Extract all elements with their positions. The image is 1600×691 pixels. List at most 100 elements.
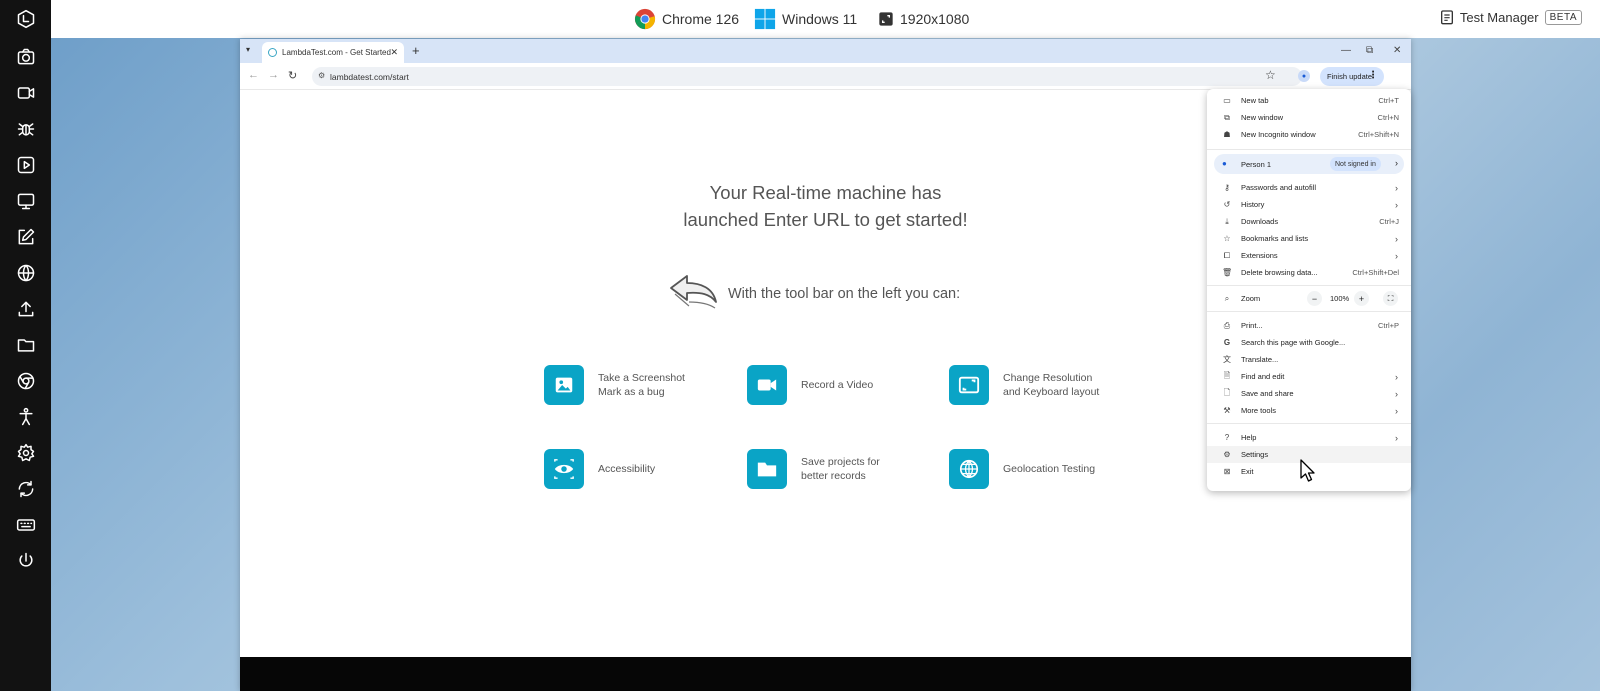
menu-print[interactable]: ⎙ Print... Ctrl+P (1207, 317, 1411, 334)
menu-extensions[interactable]: ⧠ Extensions › (1207, 247, 1411, 264)
feature-label: Accessibility (598, 463, 656, 475)
zoom-out-button[interactable]: − (1307, 291, 1322, 306)
feature-change-resolution: Change Resolution and Keyboard layout (949, 365, 1099, 405)
feature-label: Record a Video (801, 379, 874, 391)
menu-zoom: ⌕ Zoom − 100% + ⛶ (1207, 290, 1411, 307)
resolution-icon (949, 365, 989, 405)
tab-close-icon[interactable]: ✕ (390, 47, 398, 58)
chevron-right-icon: › (1395, 250, 1398, 261)
zoom-in-button[interactable]: + (1354, 291, 1369, 306)
menu-save-share[interactable]: 🗋 Save and share › (1207, 385, 1411, 402)
resolution-label: 1920x1080 (900, 11, 970, 27)
close-window-icon[interactable]: ✕ (1393, 45, 1401, 56)
gear-icon[interactable] (13, 440, 39, 466)
tab-lambdatest[interactable]: LambdaTest.com - Get Started ✕ (262, 42, 404, 63)
menu-delete-browsing-data[interactable]: 🗑 Delete browsing data... Ctrl+Shift+Del (1207, 264, 1411, 281)
minimize-icon[interactable]: — (1341, 45, 1351, 56)
menu-history[interactable]: ↺ History › (1207, 196, 1411, 213)
star-icon: ☆ (1223, 234, 1231, 243)
tab-search-chevron-icon[interactable]: ▾ (246, 45, 250, 54)
toolbox-icon: ⚒ (1223, 406, 1231, 415)
key-icon: ⚷ (1224, 183, 1230, 192)
back-arrow-icon[interactable]: ← (248, 69, 259, 81)
eye-icon (544, 449, 584, 489)
finish-update-button[interactable]: Finish update ⋮ (1320, 67, 1384, 86)
menu-new-incognito[interactable]: ☗ New Incognito window Ctrl+Shift+N (1207, 126, 1411, 143)
menu-translate[interactable]: 文 Translate... (1207, 351, 1411, 368)
tab-title: LambdaTest.com - Get Started (282, 48, 391, 57)
mouse-cursor-icon (1300, 459, 1315, 482)
menu-divider (1207, 149, 1411, 150)
feature-geolocation: Geolocation Testing (949, 449, 1095, 489)
menu-passwords[interactable]: ⚷ Passwords and autofill › (1207, 179, 1411, 196)
resolution: 1920x1080 (878, 8, 969, 30)
menu-bookmarks[interactable]: ☆ Bookmarks and lists › (1207, 230, 1411, 247)
folder-icon[interactable] (13, 332, 39, 358)
switch-icon[interactable] (13, 476, 39, 502)
beta-badge: BETA (1544, 9, 1582, 25)
menu-new-tab[interactable]: ▭ New tab Ctrl+T (1207, 92, 1411, 109)
restore-icon[interactable]: ⧉ (1366, 45, 1373, 56)
incognito-icon: ☗ (1223, 130, 1231, 139)
power-icon[interactable] (13, 548, 39, 574)
globe-icon[interactable] (13, 260, 39, 286)
person-icon: ● (1222, 159, 1227, 168)
url-text: lambdatest.com/start (330, 71, 409, 82)
test-manager-button[interactable]: Test Manager BETA (1440, 9, 1582, 25)
site-info-icon[interactable]: ⚙ (318, 71, 325, 80)
play-icon[interactable] (13, 152, 39, 178)
address-bar[interactable]: lambdatest.com/start (312, 67, 1302, 86)
new-tab-icon: ▭ (1223, 96, 1231, 105)
camera-icon[interactable] (13, 44, 39, 70)
trash-icon: 🗑 (1222, 268, 1233, 277)
new-window-icon: ⧉ (1224, 112, 1230, 122)
profile-avatar-icon[interactable]: ● (1298, 70, 1310, 82)
tab-strip: ▾ LambdaTest.com - Get Started ✕ + — ⧉ ✕ (240, 39, 1411, 63)
history-icon: ↺ (1223, 200, 1231, 209)
keyboard-icon[interactable] (13, 512, 39, 538)
accessibility-icon[interactable] (13, 404, 39, 430)
taskbar-area (240, 657, 1411, 691)
feature-save-projects: Save projects for better records (747, 449, 880, 489)
finish-update-label: Finish update (1327, 72, 1373, 81)
chevron-right-icon: › (1395, 388, 1398, 399)
video-icon (747, 365, 787, 405)
chrome-icon[interactable] (13, 368, 39, 394)
browser-version: Chrome 126 (634, 8, 739, 30)
menu-new-window[interactable]: ⧉ New window Ctrl+N (1207, 109, 1411, 126)
toolbar-instruction: With the tool bar on the left you can: (728, 286, 961, 302)
find-document-icon: 🗎 (1223, 370, 1231, 380)
chevron-right-icon: › (1395, 405, 1398, 416)
fullscreen-icon[interactable]: ⛶ (1383, 291, 1398, 306)
menu-more-tools[interactable]: ⚒ More tools › (1207, 402, 1411, 419)
reload-icon[interactable]: ↻ (288, 69, 297, 82)
logo-icon[interactable] (13, 6, 39, 32)
exit-icon: ⊠ (1223, 467, 1231, 476)
bug-icon[interactable] (13, 116, 39, 142)
zoom-search-icon: ⌕ (1224, 293, 1230, 303)
menu-downloads[interactable]: ⤓ Downloads Ctrl+J (1207, 213, 1411, 230)
edit-icon[interactable] (13, 224, 39, 250)
folder-icon (747, 449, 787, 489)
feature-label: Take a Screenshot Mark as a bug (598, 372, 685, 398)
upload-icon[interactable] (13, 296, 39, 322)
menu-find-edit[interactable]: 🗎 Find and edit › (1207, 368, 1411, 385)
bookmark-star-icon[interactable]: ☆ (1265, 68, 1276, 82)
os-version: Windows 11 (754, 8, 857, 30)
chevron-right-icon: › (1395, 182, 1398, 193)
menu-search-page-google[interactable]: G Search this page with Google... (1207, 334, 1411, 351)
chevron-right-icon: › (1395, 371, 1398, 382)
help-icon: ? (1224, 433, 1230, 442)
video-icon[interactable] (13, 80, 39, 106)
printer-icon: ⎙ (1223, 320, 1231, 330)
chrome-main-menu: ▭ New tab Ctrl+T ⧉ New window Ctrl+N ☗ N… (1207, 89, 1411, 491)
share-document-icon: 🗋 (1223, 387, 1231, 397)
more-menu-icon[interactable]: ⋮ (1368, 70, 1378, 81)
menu-person[interactable]: ● Person 1 Not signed in › (1214, 154, 1404, 174)
forward-arrow-icon[interactable]: → (268, 69, 279, 81)
desktop-icon[interactable] (13, 188, 39, 214)
menu-help[interactable]: ? Help › (1207, 429, 1411, 446)
chrome-logo-icon (634, 8, 656, 30)
new-tab-plus-icon[interactable]: + (412, 43, 420, 58)
windows-logo-icon (754, 8, 776, 30)
